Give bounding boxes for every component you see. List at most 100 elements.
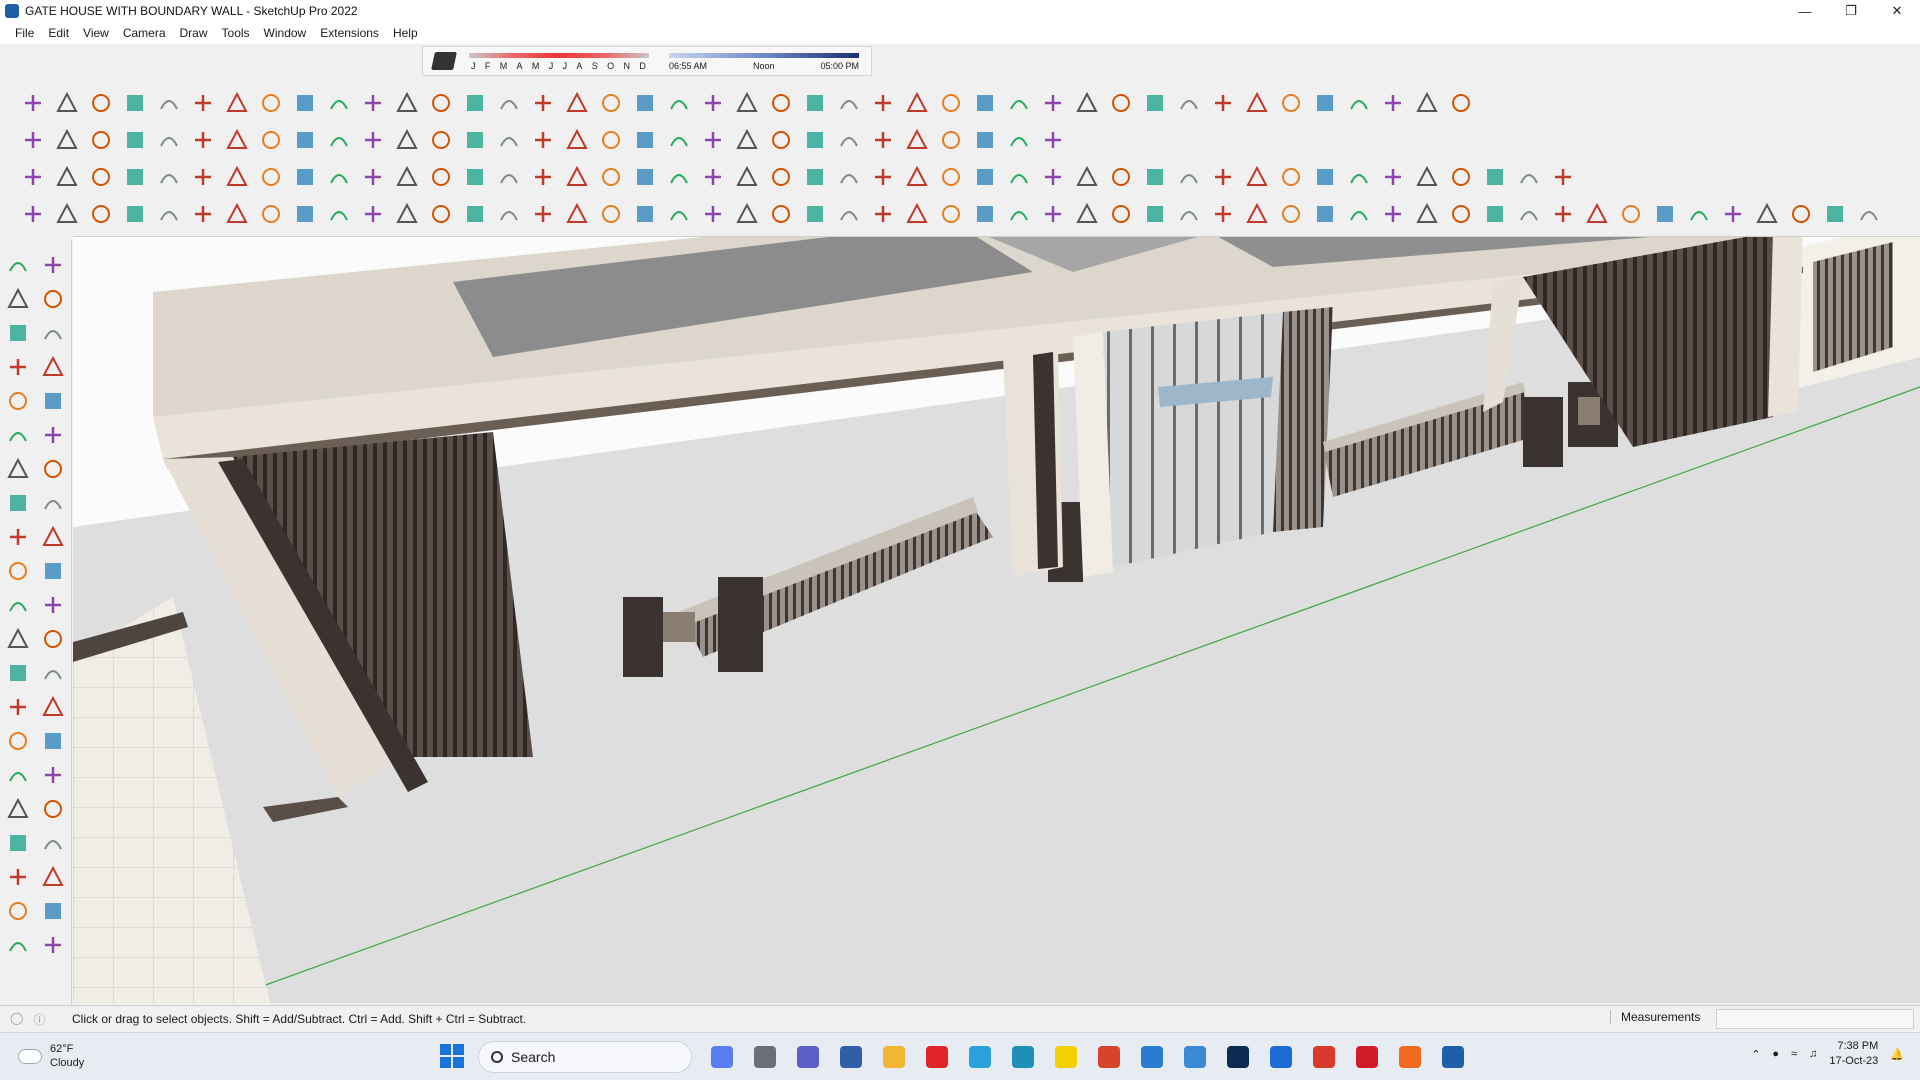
shadows-toggle-icon[interactable] xyxy=(431,52,457,70)
rectangle-icon[interactable] xyxy=(188,125,218,155)
model-scene[interactable] xyxy=(73,237,1920,1003)
touch-icon[interactable] xyxy=(528,199,558,229)
sphere-icon[interactable] xyxy=(256,199,286,229)
zoom-icon[interactable] xyxy=(18,125,48,155)
cube-icon[interactable] xyxy=(52,162,82,192)
section-plane-palette-icon[interactable] xyxy=(38,862,68,892)
calculator-icon[interactable] xyxy=(834,1041,867,1073)
chain2-icon[interactable] xyxy=(936,199,966,229)
stripe-icon[interactable] xyxy=(1208,88,1238,118)
eraser-curve-icon[interactable] xyxy=(86,88,116,118)
dial2-icon[interactable] xyxy=(1004,162,1034,192)
menu-help[interactable]: Help xyxy=(386,26,425,40)
follow-me-icon[interactable] xyxy=(256,125,286,155)
vscode-icon[interactable] xyxy=(1135,1041,1168,1073)
section-blue-icon[interactable] xyxy=(868,162,898,192)
previous-view-icon[interactable] xyxy=(38,794,68,824)
solid-subtract-icon[interactable] xyxy=(324,199,354,229)
material5-icon[interactable] xyxy=(1548,162,1578,192)
menu-file[interactable]: File xyxy=(8,26,41,40)
slope-icon[interactable] xyxy=(800,88,830,118)
bezier-icon[interactable] xyxy=(1820,199,1850,229)
hatch-box-icon[interactable] xyxy=(358,199,388,229)
component-icon[interactable] xyxy=(3,318,33,348)
green-shape-icon[interactable] xyxy=(936,125,966,155)
hook-icon[interactable] xyxy=(222,88,252,118)
windows-start-icon[interactable] xyxy=(440,1044,464,1068)
user-icon[interactable] xyxy=(766,125,796,155)
corner-icon[interactable] xyxy=(358,88,388,118)
grammarly-icon[interactable] xyxy=(1092,1041,1125,1073)
cloud-icon[interactable] xyxy=(188,88,218,118)
pencil-icon[interactable] xyxy=(120,125,150,155)
position-camera-icon[interactable] xyxy=(3,828,33,858)
scissors-icon[interactable] xyxy=(120,88,150,118)
month-slider[interactable]: JFMAMJJASOND xyxy=(469,49,649,73)
fence-icon[interactable] xyxy=(834,88,864,118)
task-view-icon[interactable] xyxy=(748,1041,781,1073)
file-explorer-icon[interactable] xyxy=(877,1041,910,1073)
box-icon[interactable] xyxy=(1310,88,1340,118)
magnet-icon[interactable] xyxy=(1412,199,1442,229)
pipe-icon[interactable] xyxy=(460,88,490,118)
ball-icon[interactable] xyxy=(494,199,524,229)
boxes-icon[interactable] xyxy=(1514,199,1544,229)
gold-tile3-icon[interactable] xyxy=(1752,199,1782,229)
bowl-icon[interactable] xyxy=(222,199,252,229)
stairs-icon[interactable] xyxy=(902,88,932,118)
zoom-palette-icon[interactable] xyxy=(3,760,33,790)
section-icon[interactable] xyxy=(630,125,660,155)
rotate-icon[interactable] xyxy=(324,125,354,155)
paint-icon[interactable] xyxy=(460,125,490,155)
hand2-icon[interactable] xyxy=(1072,162,1102,192)
section-fill-icon[interactable] xyxy=(834,162,864,192)
panel-icon[interactable] xyxy=(1208,162,1238,192)
line-palette-icon[interactable] xyxy=(3,352,33,382)
tube-icon[interactable] xyxy=(528,162,558,192)
line-icon[interactable] xyxy=(426,88,456,118)
material2-icon[interactable] xyxy=(1446,162,1476,192)
gear-icon[interactable] xyxy=(1174,88,1204,118)
tree-icon[interactable] xyxy=(936,162,966,192)
bucket-icon[interactable] xyxy=(1378,199,1408,229)
gold-tile2-icon[interactable] xyxy=(1718,199,1748,229)
model-viewport[interactable] xyxy=(73,236,1920,1003)
menu-camera[interactable]: Camera xyxy=(116,26,173,40)
arrow-curve-icon[interactable] xyxy=(324,88,354,118)
measurements-box[interactable] xyxy=(1716,1009,1914,1029)
protractor-icon[interactable] xyxy=(3,658,33,688)
pointer-tool-icon[interactable] xyxy=(1038,125,1068,155)
restore-icon[interactable]: ❐ xyxy=(1828,0,1874,22)
tag-icon[interactable] xyxy=(38,318,68,348)
pie-icon[interactable] xyxy=(38,488,68,518)
rectangle-palette-icon[interactable] xyxy=(3,386,33,416)
material4-icon[interactable] xyxy=(1514,162,1544,192)
menu-tools[interactable]: Tools xyxy=(215,26,257,40)
layers-icon[interactable] xyxy=(766,88,796,118)
purple-shape-icon[interactable] xyxy=(1004,125,1034,155)
app-blue-icon[interactable] xyxy=(1006,1041,1039,1073)
weather-widget[interactable]: 62°F Cloudy xyxy=(18,1042,84,1070)
horseshoe-icon[interactable] xyxy=(1242,199,1272,229)
ring-icon[interactable] xyxy=(290,88,320,118)
menu-edit[interactable]: Edit xyxy=(41,26,76,40)
arc3-icon[interactable] xyxy=(3,488,33,518)
red-shape-icon[interactable] xyxy=(902,125,932,155)
flag-icon[interactable] xyxy=(868,199,898,229)
stool-icon[interactable] xyxy=(154,199,184,229)
section-cut-icon[interactable] xyxy=(800,162,830,192)
tape-icon[interactable] xyxy=(392,125,422,155)
pattern-icon[interactable] xyxy=(1106,88,1136,118)
freehand-icon[interactable] xyxy=(38,352,68,382)
chain-icon[interactable] xyxy=(630,162,660,192)
star-icon[interactable] xyxy=(188,199,218,229)
material-icon[interactable] xyxy=(1412,162,1442,192)
boxes2-icon[interactable] xyxy=(1548,199,1578,229)
layers-stack-icon[interactable] xyxy=(698,125,728,155)
3d-text-icon[interactable] xyxy=(38,692,68,722)
clock[interactable]: 7:38 PM 17-Oct-23 xyxy=(1829,1039,1878,1069)
zoom-extents-icon[interactable] xyxy=(596,125,626,155)
sketchup-app-icon[interactable] xyxy=(5,4,19,18)
polygon-icon[interactable] xyxy=(154,88,184,118)
curl-icon[interactable] xyxy=(766,199,796,229)
